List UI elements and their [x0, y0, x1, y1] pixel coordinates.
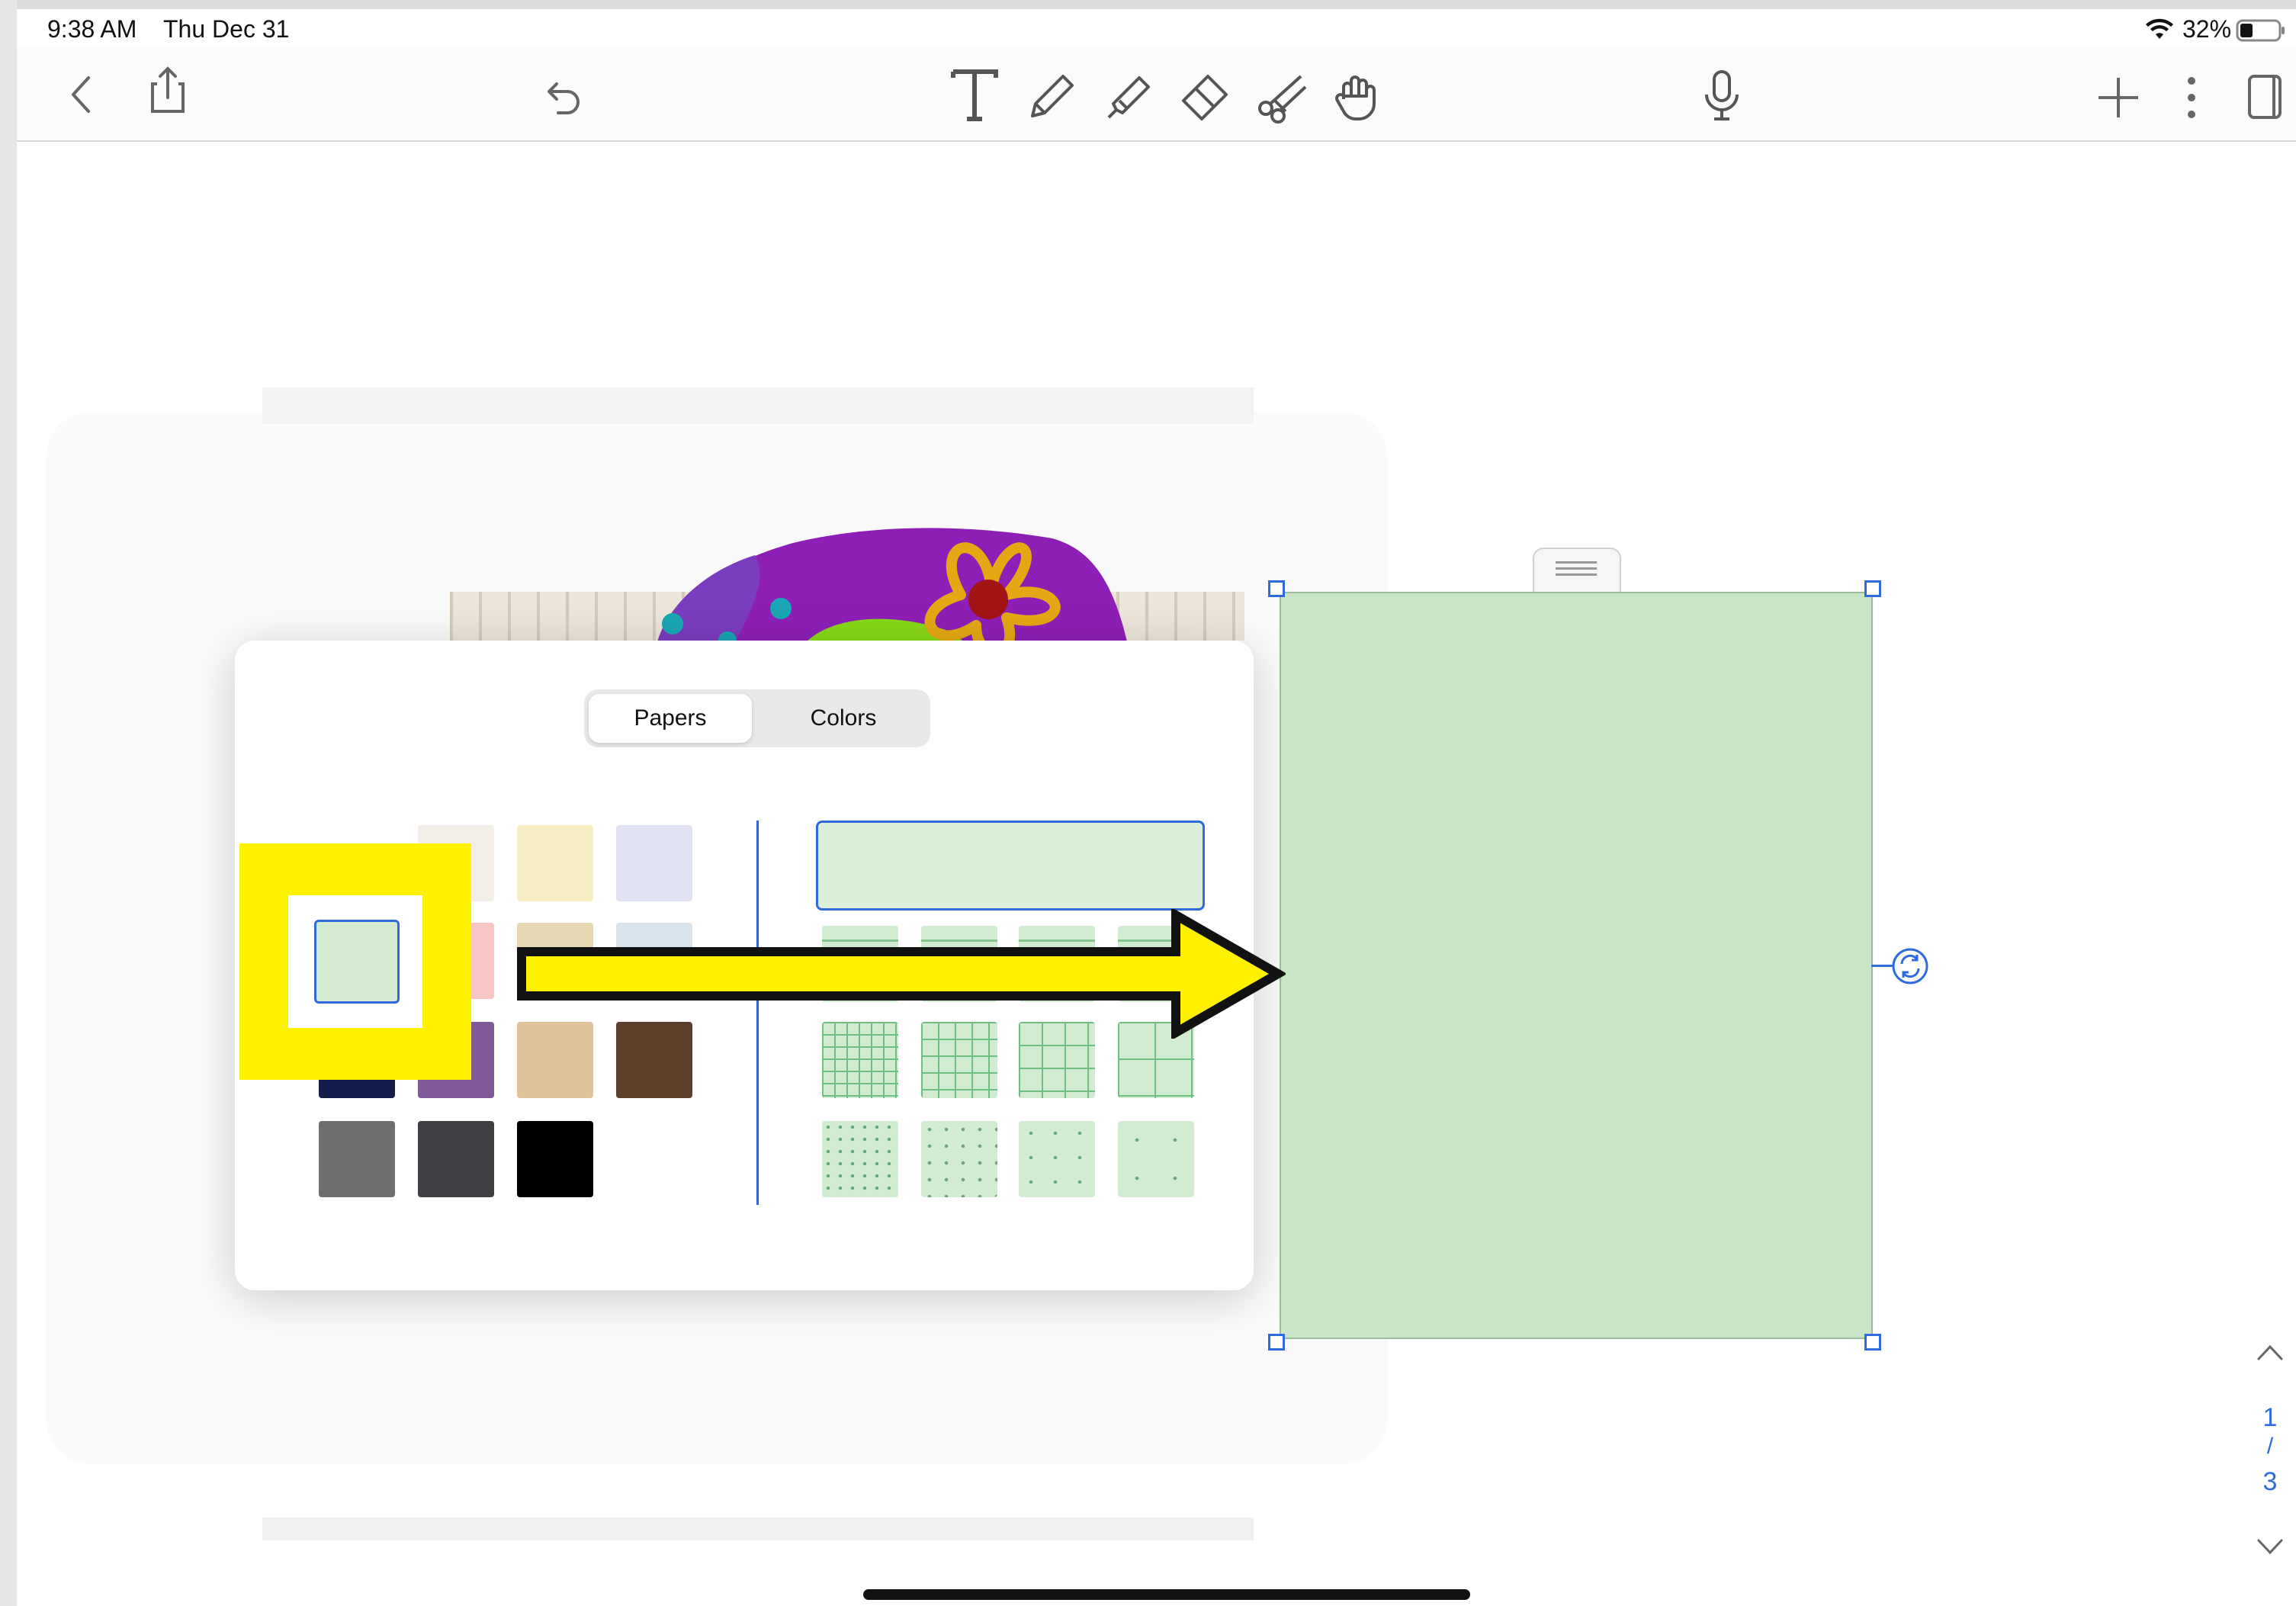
paper-pattern-dots[interactable] — [822, 1121, 898, 1197]
paper-color-swatch[interactable] — [418, 1121, 494, 1197]
page-down-chevron-icon[interactable] — [2253, 1533, 2288, 1560]
wifi-icon — [2144, 18, 2175, 41]
paper-color-swatch[interactable] — [616, 825, 692, 901]
drag-handle-icon — [1556, 561, 1597, 578]
paper-color-swatch[interactable] — [517, 1121, 593, 1197]
tab-papers[interactable]: Papers — [589, 694, 752, 743]
page-total-number: 3 — [2262, 1467, 2278, 1496]
home-indicator[interactable] — [863, 1589, 1470, 1600]
rotate-icon[interactable] — [1890, 946, 1931, 987]
hand-icon[interactable] — [1328, 66, 1386, 124]
page-up-chevron-icon[interactable] — [2253, 1339, 2288, 1367]
eraser-icon[interactable] — [1176, 66, 1234, 124]
resize-handle-top-left[interactable] — [1268, 580, 1285, 597]
left-edge — [0, 0, 17, 1606]
page-current-number: 1 — [2262, 1403, 2278, 1432]
status-date: Thu Dec 31 — [163, 15, 290, 43]
sketch-drawing — [656, 528, 1129, 648]
paper-color-swatch-selected[interactable] — [314, 920, 400, 1004]
paper-color-swatch[interactable] — [517, 825, 593, 901]
page-layout-icon[interactable] — [2236, 67, 2294, 125]
battery-icon — [2236, 18, 2286, 43]
undo-icon[interactable] — [534, 69, 592, 127]
resize-handle-top-right[interactable] — [1864, 580, 1881, 597]
paper-pattern-blank-selected[interactable] — [816, 821, 1205, 911]
pen-icon[interactable] — [1022, 66, 1080, 124]
microphone-icon[interactable] — [1693, 66, 1751, 124]
highlighter-icon[interactable] — [1100, 66, 1158, 124]
paper-color-swatch[interactable] — [319, 1121, 395, 1197]
scissors-icon[interactable] — [1252, 66, 1310, 124]
annotation-arrow-icon — [517, 909, 1286, 1039]
toolbar — [17, 46, 2296, 142]
back-chevron-icon[interactable] — [53, 66, 111, 124]
text-tool-icon[interactable] — [946, 66, 1003, 124]
status-time: 9:38 AM — [47, 15, 137, 43]
battery-percentage: 32% — [2182, 15, 2232, 43]
tab-colors[interactable]: Colors — [763, 694, 924, 743]
paper-pattern-dots[interactable] — [921, 1121, 997, 1197]
share-icon[interactable] — [139, 61, 197, 119]
paper-pattern-dots[interactable] — [1019, 1121, 1095, 1197]
paper-pattern-dots[interactable] — [1118, 1121, 1194, 1197]
resize-handle-bottom-right[interactable] — [1864, 1334, 1881, 1351]
add-icon[interactable] — [2089, 69, 2147, 127]
selected-paper-page[interactable] — [1280, 592, 1873, 1339]
top-edge — [0, 0, 2296, 9]
faded-page-footer — [262, 1518, 1254, 1540]
resize-handle-bottom-left[interactable] — [1268, 1334, 1285, 1351]
more-icon[interactable] — [2163, 69, 2221, 127]
page-separator: / — [2266, 1434, 2274, 1459]
